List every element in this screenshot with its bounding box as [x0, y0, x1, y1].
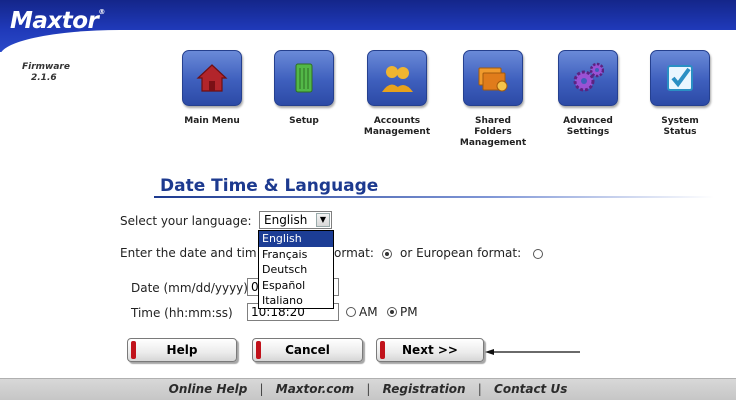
nav-label-main-menu: Main Menu [184, 116, 240, 126]
language-select-value: English [264, 213, 308, 227]
maxtor-logo: Maxtor® [10, 8, 105, 34]
am-label: AM [359, 305, 378, 319]
folders-icon [463, 50, 523, 106]
nav-advanced-settings[interactable]: Advanced Settings [548, 50, 628, 138]
nav-label-accounts-management: Accounts Management [363, 116, 431, 137]
house-icon [182, 50, 242, 106]
language-option-deutsch[interactable]: Deutsch [259, 262, 333, 278]
nav-label-setup: Setup [289, 116, 319, 126]
european-format-label: or European format: [400, 246, 522, 260]
footer-bar: Online Help | Maxtor.com | Registration … [0, 378, 736, 400]
language-dropdown: English Français Deutsch Español Italian… [258, 230, 334, 309]
footer-separator: | [259, 382, 264, 396]
language-select[interactable]: English ▼ [259, 211, 332, 229]
page-title: Date Time & Language [160, 176, 379, 196]
arrow-pointer-icon [485, 349, 580, 355]
date-label: Date (mm/dd/yyyy) [131, 281, 248, 295]
chevron-down-icon[interactable]: ▼ [316, 213, 330, 227]
nav-setup[interactable]: Setup [264, 50, 344, 127]
language-option-italiano[interactable]: Italiano [259, 293, 333, 309]
firmware-label: Firmware [22, 62, 70, 72]
nav-label-system-status: System Status [661, 116, 699, 137]
gears-icon [558, 50, 618, 106]
us-format-radio[interactable] [382, 249, 392, 259]
footer-separator: | [366, 382, 371, 396]
format-prompt-start: Enter the date and tim [120, 246, 257, 260]
footer-link-maxtor-com[interactable]: Maxtor.com [276, 382, 354, 396]
help-button[interactable]: Help [127, 338, 237, 362]
firmware-info: Firmware 2.1.6 [22, 62, 82, 84]
format-prompt-end: ormat: [334, 246, 374, 260]
users-icon [367, 50, 427, 106]
footer-link-contact-us[interactable]: Contact Us [494, 382, 567, 396]
nav-accounts-management[interactable]: Accounts Management [357, 50, 437, 138]
footer-link-online-help[interactable]: Online Help [169, 382, 248, 396]
time-label: Time (hh:mm:ss) [131, 306, 233, 320]
title-divider [154, 196, 714, 198]
footer-link-registration[interactable]: Registration [383, 382, 466, 396]
nav-label-shared-folders-management: Shared Folders Management [459, 116, 527, 148]
european-format-radio[interactable] [533, 249, 543, 259]
language-label: Select your language: [120, 214, 252, 228]
cancel-button[interactable]: Cancel [252, 338, 363, 362]
nav-system-status[interactable]: System Status [640, 50, 720, 138]
language-option-espanol[interactable]: Español [259, 278, 333, 294]
footer-separator: | [477, 382, 482, 396]
am-radio[interactable] [346, 307, 356, 317]
language-option-francais[interactable]: Français [259, 247, 333, 263]
nav-shared-folders-management[interactable]: Shared Folders Management [453, 50, 533, 149]
next-button[interactable]: Next >> [376, 338, 484, 362]
nav-main-menu[interactable]: Main Menu [172, 50, 252, 127]
checkbox-icon [650, 50, 710, 106]
pm-radio[interactable] [387, 307, 397, 317]
drive-icon [274, 50, 334, 106]
firmware-version: 2.1.6 [31, 73, 57, 83]
pm-label: PM [400, 305, 418, 319]
nav-label-advanced-settings: Advanced Settings [563, 116, 613, 137]
language-option-english[interactable]: English [259, 231, 333, 247]
